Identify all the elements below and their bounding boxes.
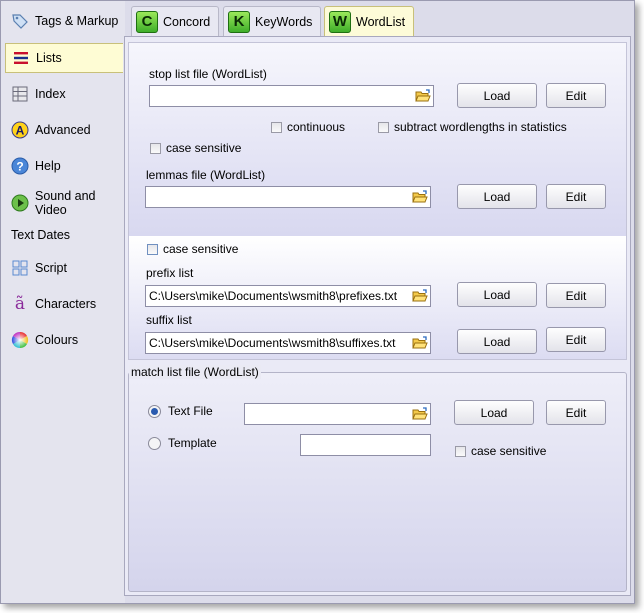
folder-open-icon[interactable]: [411, 188, 429, 206]
checkbox-box: [147, 243, 158, 255]
sidebar-item-script[interactable]: Script: [5, 253, 123, 283]
suffix-file-value: C:\Users\mike\Documents\wsmith8\suffixes…: [149, 336, 396, 350]
stoplist-case-sensitive-checkbox[interactable]: case sensitive: [150, 141, 241, 155]
continuous-checkbox[interactable]: continuous: [271, 120, 345, 134]
stoplist-file-field[interactable]: [149, 85, 434, 107]
template-field[interactable]: [300, 434, 431, 456]
svg-text:?: ?: [16, 160, 23, 174]
sidebar-item-label: Sound and Video: [35, 189, 96, 217]
tab-concord[interactable]: C Concord: [131, 6, 219, 36]
prefix-load-button[interactable]: Load: [457, 282, 537, 307]
characters-icon: ã: [14, 294, 26, 314]
suffix-list-label: suffix list: [146, 313, 192, 327]
sidebar-item-help[interactable]: ? Help: [5, 151, 123, 181]
match-text-file-field[interactable]: [244, 403, 431, 425]
prefix-list-label: prefix list: [146, 266, 194, 280]
lemmas-label: lemmas file (WordList): [146, 168, 266, 182]
tab-wordlist[interactable]: W WordList: [324, 6, 414, 36]
colours-icon: [11, 331, 29, 349]
sidebar-item-lists[interactable]: Lists: [5, 43, 123, 73]
concord-icon: C: [136, 10, 158, 33]
checkbox-box: [455, 445, 466, 457]
sidebar-item-characters[interactable]: ã Characters: [5, 289, 123, 319]
checkbox-box: [271, 121, 282, 133]
text-file-radio[interactable]: Text File: [148, 404, 213, 418]
match-list-legend: match list file (WordList): [129, 365, 261, 379]
suffix-edit-button[interactable]: Edit: [546, 327, 606, 352]
sidebar: Tags & Markup Lists Index A Advanced ? H…: [1, 1, 125, 603]
radio-dot: [148, 404, 161, 418]
script-grid-icon: [11, 259, 29, 277]
match-load-button[interactable]: Load: [454, 400, 534, 425]
lemmas-load-button[interactable]: Load: [457, 184, 537, 209]
sidebar-item-label: Text Dates: [11, 228, 71, 242]
index-icon: [11, 85, 29, 103]
prefix-edit-button[interactable]: Edit: [546, 283, 606, 308]
play-icon: [11, 194, 29, 212]
lemmas-file-field[interactable]: [145, 186, 431, 208]
checkbox-box: [150, 142, 161, 154]
wordlist-icon: W: [329, 10, 351, 33]
match-case-sensitive-checkbox[interactable]: case sensitive: [455, 444, 546, 458]
template-radio[interactable]: Template: [148, 436, 217, 450]
checkbox-label: continuous: [287, 120, 346, 134]
tag-icon: [11, 12, 29, 30]
radio-label: Text File: [168, 404, 213, 418]
suffix-file-field[interactable]: C:\Users\mike\Documents\wsmith8\suffixes…: [145, 332, 431, 354]
folder-open-icon[interactable]: [411, 405, 429, 423]
folder-open-icon[interactable]: [411, 287, 429, 305]
lemmas-edit-button[interactable]: Edit: [546, 184, 606, 209]
sidebar-item-label: Characters: [35, 297, 97, 311]
folder-open-icon[interactable]: [414, 87, 432, 105]
sidebar-item-label: Advanced: [35, 123, 91, 137]
checkbox-label: case sensitive: [163, 242, 239, 256]
stoplist-label: stop list file (WordList): [149, 67, 267, 81]
lists-icon: [12, 49, 30, 67]
stoplist-load-button[interactable]: Load: [457, 83, 537, 108]
folder-open-icon[interactable]: [411, 334, 429, 352]
sidebar-item-tags-markup[interactable]: Tags & Markup: [5, 6, 123, 36]
checkbox-box: [378, 121, 389, 133]
prefix-file-field[interactable]: C:\Users\mike\Documents\wsmith8\prefixes…: [145, 285, 431, 307]
affix-case-sensitive-checkbox[interactable]: case sensitive: [147, 242, 238, 256]
sidebar-item-label: Index: [35, 87, 66, 101]
keywords-icon: K: [228, 10, 250, 33]
radio-dot: [148, 436, 161, 450]
tab-label: KeyWords: [255, 14, 313, 29]
sidebar-item-index[interactable]: Index: [5, 79, 123, 109]
sidebar-item-label: Script: [35, 261, 67, 275]
sidebar-item-text-dates[interactable]: Text Dates: [5, 220, 123, 250]
stoplist-edit-button[interactable]: Edit: [546, 83, 606, 108]
sidebar-item-label: Help: [35, 159, 61, 173]
settings-window: Tags & Markup Lists Index A Advanced ? H…: [0, 0, 635, 604]
checkbox-label: subtract wordlengths in statistics: [394, 120, 567, 134]
prefix-file-value: C:\Users\mike\Documents\wsmith8\prefixes…: [149, 289, 398, 303]
checkbox-label: case sensitive: [166, 141, 242, 155]
radio-label: Template: [168, 436, 217, 450]
help-icon: ?: [11, 157, 29, 175]
tab-keywords[interactable]: K KeyWords: [223, 6, 321, 36]
sidebar-item-label: Tags & Markup: [35, 14, 119, 28]
sidebar-item-colours[interactable]: Colours: [5, 325, 123, 355]
match-edit-button[interactable]: Edit: [546, 400, 606, 425]
tab-label: Concord: [163, 14, 211, 29]
sidebar-item-sound-video[interactable]: Sound and Video: [5, 187, 123, 219]
tab-label: WordList: [356, 14, 406, 29]
advanced-icon: A: [11, 121, 29, 139]
sidebar-item-label: Colours: [35, 333, 79, 347]
checkbox-label: case sensitive: [471, 444, 547, 458]
sidebar-item-label: Lists: [36, 51, 62, 65]
sidebar-item-advanced[interactable]: A Advanced: [5, 115, 123, 145]
suffix-load-button[interactable]: Load: [457, 329, 537, 354]
svg-text:A: A: [16, 124, 25, 138]
subtract-wordlengths-checkbox[interactable]: subtract wordlengths in statistics: [378, 120, 567, 134]
